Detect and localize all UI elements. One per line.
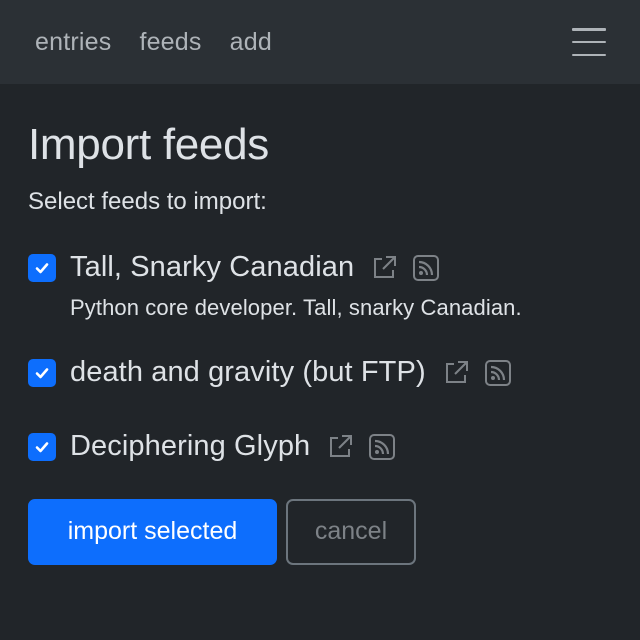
checkmark-icon: [35, 441, 49, 452]
hamburger-icon[interactable]: [572, 28, 606, 56]
external-link-icon[interactable]: [325, 432, 355, 462]
nav-link-entries[interactable]: entries: [35, 28, 111, 57]
navbar: entries feeds add: [0, 0, 640, 84]
external-link-icon[interactable]: [441, 358, 471, 388]
nav-link-add[interactable]: add: [230, 28, 272, 57]
feed-checkbox[interactable]: [28, 253, 56, 282]
feed-title: Tall, Snarky Canadian: [70, 251, 355, 284]
intro-text: Select feeds to import:: [28, 187, 267, 215]
feed-title-row: Tall, Snarky Canadian: [70, 250, 612, 286]
hamburger-bar: [572, 40, 606, 44]
main-content: Import feeds Select feeds to import: Tal…: [0, 120, 640, 565]
feed-title-row: death and gravity (but FTP): [70, 355, 612, 391]
feed-checkbox[interactable]: [28, 432, 56, 461]
feed-item: death and gravity (but FTP): [28, 355, 612, 391]
form-actions: import selected cancel: [28, 498, 612, 565]
rss-icon[interactable]: [411, 253, 441, 283]
feed-item: Deciphering Glyph: [28, 429, 612, 465]
feed-item: Tall, Snarky Canadian Python core develo…: [28, 250, 612, 321]
feed-checkbox[interactable]: [28, 358, 56, 387]
feed-title: Deciphering Glyph: [70, 430, 311, 463]
import-selected-button[interactable]: import selected: [28, 498, 277, 565]
feed-list: Tall, Snarky Canadian Python core develo…: [28, 250, 612, 465]
cancel-button[interactable]: cancel: [286, 498, 416, 565]
nav-link-feeds[interactable]: feeds: [139, 28, 201, 57]
feed-description: Python core developer. Tall, snarky Cana…: [70, 294, 522, 320]
hamburger-bar: [572, 53, 606, 56]
page-title: Import feeds: [28, 120, 269, 169]
checkmark-icon: [35, 367, 49, 378]
hamburger-bar: [572, 28, 606, 31]
checkmark-icon: [35, 262, 49, 273]
feed-title-row: Deciphering Glyph: [70, 429, 612, 465]
rss-icon[interactable]: [483, 358, 513, 388]
external-link-icon[interactable]: [369, 253, 399, 283]
feed-title: death and gravity (but FTP): [70, 356, 426, 389]
rss-icon[interactable]: [367, 432, 397, 462]
nav-links: entries feeds add: [35, 28, 272, 57]
